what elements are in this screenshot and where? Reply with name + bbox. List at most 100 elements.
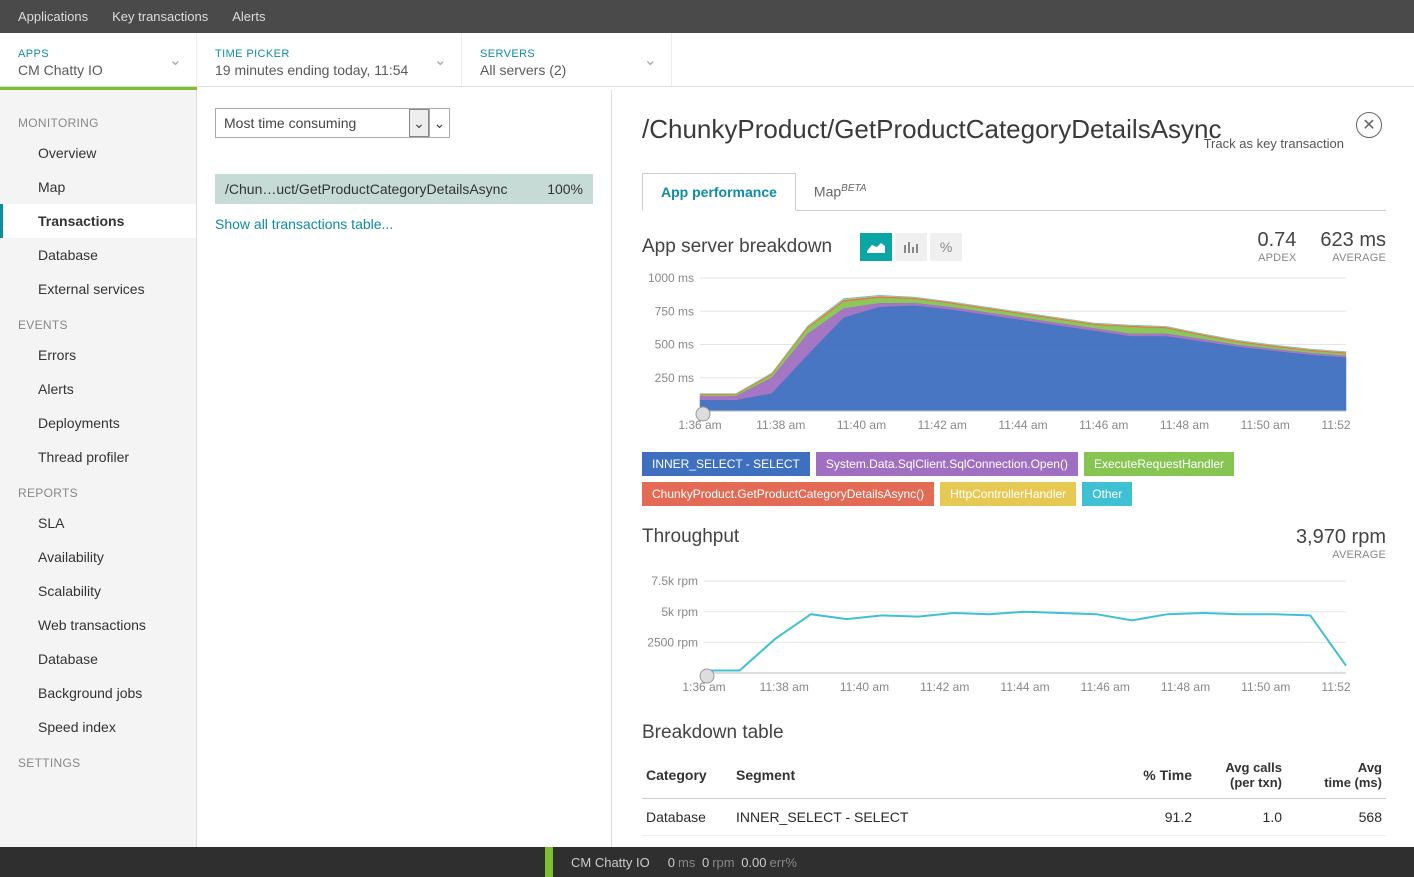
sidebar-item-scalability[interactable]: Scalability [0, 574, 196, 608]
chevron-down-icon: ⌄ [434, 50, 447, 70]
sidebar-section-title: SETTINGS [0, 744, 196, 776]
svg-text:500 ms: 500 ms [655, 338, 694, 352]
sidebar-item-errors[interactable]: Errors [0, 338, 196, 372]
throughput-chart[interactable]: 2500 rpm5k rpm7.5k rpm1:36 am11:38 am11:… [642, 569, 1350, 699]
transaction-name: /Chun…uct/GetProductCategoryDetailsAsync [225, 181, 507, 197]
status-ms: 0 [668, 855, 675, 870]
svg-text:11:42 am: 11:42 am [920, 680, 969, 694]
tab-map[interactable]: MapBETA [796, 173, 885, 210]
col-avg-calls[interactable]: Avg calls(per txn) [1196, 752, 1286, 799]
chevron-down-icon: ⌄ [644, 50, 657, 70]
svg-text:11:44 am: 11:44 am [998, 418, 1047, 432]
close-button[interactable]: ✕ [1356, 112, 1382, 138]
apps-value: CM Chatty IO [18, 62, 178, 78]
breakdown-title: App server breakdown [642, 236, 832, 258]
svg-text:250 ms: 250 ms [655, 371, 694, 385]
sidebar-item-web-transactions[interactable]: Web transactions [0, 608, 196, 642]
sidebar-item-deployments[interactable]: Deployments [0, 406, 196, 440]
sort-dropdown-value: Most time consuming [224, 115, 356, 131]
svg-text:11:44 am: 11:44 am [1000, 680, 1049, 694]
apps-picker[interactable]: APPS CM Chatty IO ⌄ [0, 33, 197, 86]
chevron-down-icon: ⌄ [409, 109, 429, 137]
servers-picker[interactable]: SERVERS All servers (2) ⌄ [462, 33, 672, 86]
sidebar-item-speed-index[interactable]: Speed index [0, 710, 196, 744]
transaction-detail: /ChunkyProduct/GetProductCategoryDetails… [612, 90, 1414, 847]
app-server-breakdown-chart[interactable]: 250 ms500 ms750 ms1000 ms1:36 am11:38 am… [642, 272, 1350, 437]
status-bar: CM Chatty IO 0ms 0rpm 0.00err% [0, 847, 1414, 877]
sidebar-item-sla[interactable]: SLA [0, 506, 196, 540]
apdex-value: 0.74 [1257, 229, 1296, 252]
svg-text:7.5k rpm: 7.5k rpm [651, 574, 698, 588]
throughput-header: Throughput 3,970 rpm AVERAGE [642, 526, 1386, 561]
svg-text:11:48 am: 11:48 am [1161, 680, 1210, 694]
sidebar-item-background-jobs[interactable]: Background jobs [0, 676, 196, 710]
throughput-title: Throughput [642, 526, 739, 561]
legend-pill[interactable]: Other [1082, 482, 1132, 506]
apps-label: APPS [18, 48, 178, 60]
context-bar: APPS CM Chatty IO ⌄ TIME PICKER 19 minut… [0, 33, 1414, 87]
time-picker[interactable]: TIME PICKER 19 minutes ending today, 11:… [197, 33, 462, 86]
transaction-pct: 100% [547, 181, 583, 197]
legend-pill[interactable]: ChunkyProduct.GetProductCategoryDetailsA… [642, 482, 934, 506]
svg-text:11:48 am: 11:48 am [1160, 418, 1209, 432]
sidebar-item-transactions[interactable]: Transactions [0, 204, 196, 238]
sidebar-item-thread-profiler[interactable]: Thread profiler [0, 440, 196, 474]
svg-text:11:50 am: 11:50 am [1241, 680, 1290, 694]
chart-type-area-button[interactable] [860, 233, 892, 261]
col-avg-time[interactable]: Avgtime (ms) [1286, 752, 1386, 799]
status-rpm: 0 [702, 855, 709, 870]
svg-text:11:50 am: 11:50 am [1241, 418, 1290, 432]
track-key-transaction-link[interactable]: Track as key transaction [1204, 136, 1344, 151]
svg-text:1000 ms: 1000 ms [648, 272, 694, 285]
col-pct-time[interactable]: % Time [1116, 752, 1196, 799]
sidebar-item-availability[interactable]: Availability [0, 540, 196, 574]
servers-label: SERVERS [480, 48, 653, 60]
col-segment[interactable]: Segment [732, 752, 1116, 799]
chart-type-bars-button[interactable] [895, 233, 927, 261]
transaction-row[interactable]: /Chun…uct/GetProductCategoryDetailsAsync… [215, 174, 593, 204]
avg-metric: 623 ms AVERAGE [1320, 229, 1386, 264]
legend-pill[interactable]: System.Data.SqlClient.SqlConnection.Open… [816, 452, 1078, 476]
tab-app-performance[interactable]: App performance [642, 173, 796, 211]
status-app-name[interactable]: CM Chatty IO [553, 855, 668, 870]
sidebar-item-alerts[interactable]: Alerts [0, 372, 196, 406]
throughput-avg-label: AVERAGE [1296, 549, 1386, 561]
svg-text:11:46 am: 11:46 am [1081, 680, 1130, 694]
sidebar-item-external-services[interactable]: External services [0, 272, 196, 306]
sidebar-item-database[interactable]: Database [0, 238, 196, 272]
breakdown-table-section: Breakdown table Category Segment % Time … [642, 722, 1386, 847]
legend-pill[interactable]: HttpControllerHandler [940, 482, 1076, 506]
sidebar-item-map[interactable]: Map [0, 170, 196, 204]
svg-text:2500 rpm: 2500 rpm [647, 635, 698, 649]
nav-applications[interactable]: Applications [18, 9, 88, 24]
time-label: TIME PICKER [215, 48, 443, 60]
nav-key-transactions[interactable]: Key transactions [112, 9, 208, 24]
top-nav: Applications Key transactions Alerts [0, 0, 1414, 33]
col-category[interactable]: Category [642, 752, 732, 799]
nav-alerts[interactable]: Alerts [232, 9, 265, 24]
status-err: 0.00 [741, 855, 766, 870]
svg-text:11:46 am: 11:46 am [1079, 418, 1128, 432]
legend-pill[interactable]: ExecuteRequestHandler [1084, 452, 1234, 476]
table-row[interactable]: DatabaseINNER_SELECT - SELECT91.21.0568 [642, 799, 1386, 836]
apdex-metric: 0.74 APDEX [1257, 229, 1296, 264]
transactions-list: Most time consuming ⌄ ⌄ /Chun…uct/GetPro… [197, 90, 612, 847]
sidebar: MONITORINGOverviewMapTransactionsDatabas… [0, 90, 197, 847]
beta-badge: BETA [841, 183, 866, 194]
chevron-down-icon: ⌄ [429, 109, 449, 137]
breakdown-table-title: Breakdown table [642, 722, 1386, 744]
time-value: 19 minutes ending today, 11:54 [215, 62, 443, 78]
avg-label: AVERAGE [1320, 252, 1386, 264]
sidebar-item-database[interactable]: Database [0, 642, 196, 676]
chart-type-percent-button[interactable]: % [930, 233, 962, 261]
sidebar-item-overview[interactable]: Overview [0, 136, 196, 170]
show-all-link[interactable]: Show all transactions table... [215, 216, 393, 232]
svg-text:11:52 am: 11:52 am [1321, 418, 1350, 432]
chevron-down-icon: ⌄ [169, 50, 182, 70]
svg-text:11:52 am: 11:52 am [1321, 680, 1350, 694]
table-row[interactable]: DotNetSystem.Data.SqlClient.SqlConnectio… [642, 836, 1386, 848]
legend-pill[interactable]: INNER_SELECT - SELECT [642, 452, 810, 476]
apdex-label: APDEX [1257, 252, 1296, 264]
tab-map-label: Map [814, 184, 841, 200]
sort-dropdown[interactable]: Most time consuming ⌄ ⌄ [215, 108, 450, 138]
